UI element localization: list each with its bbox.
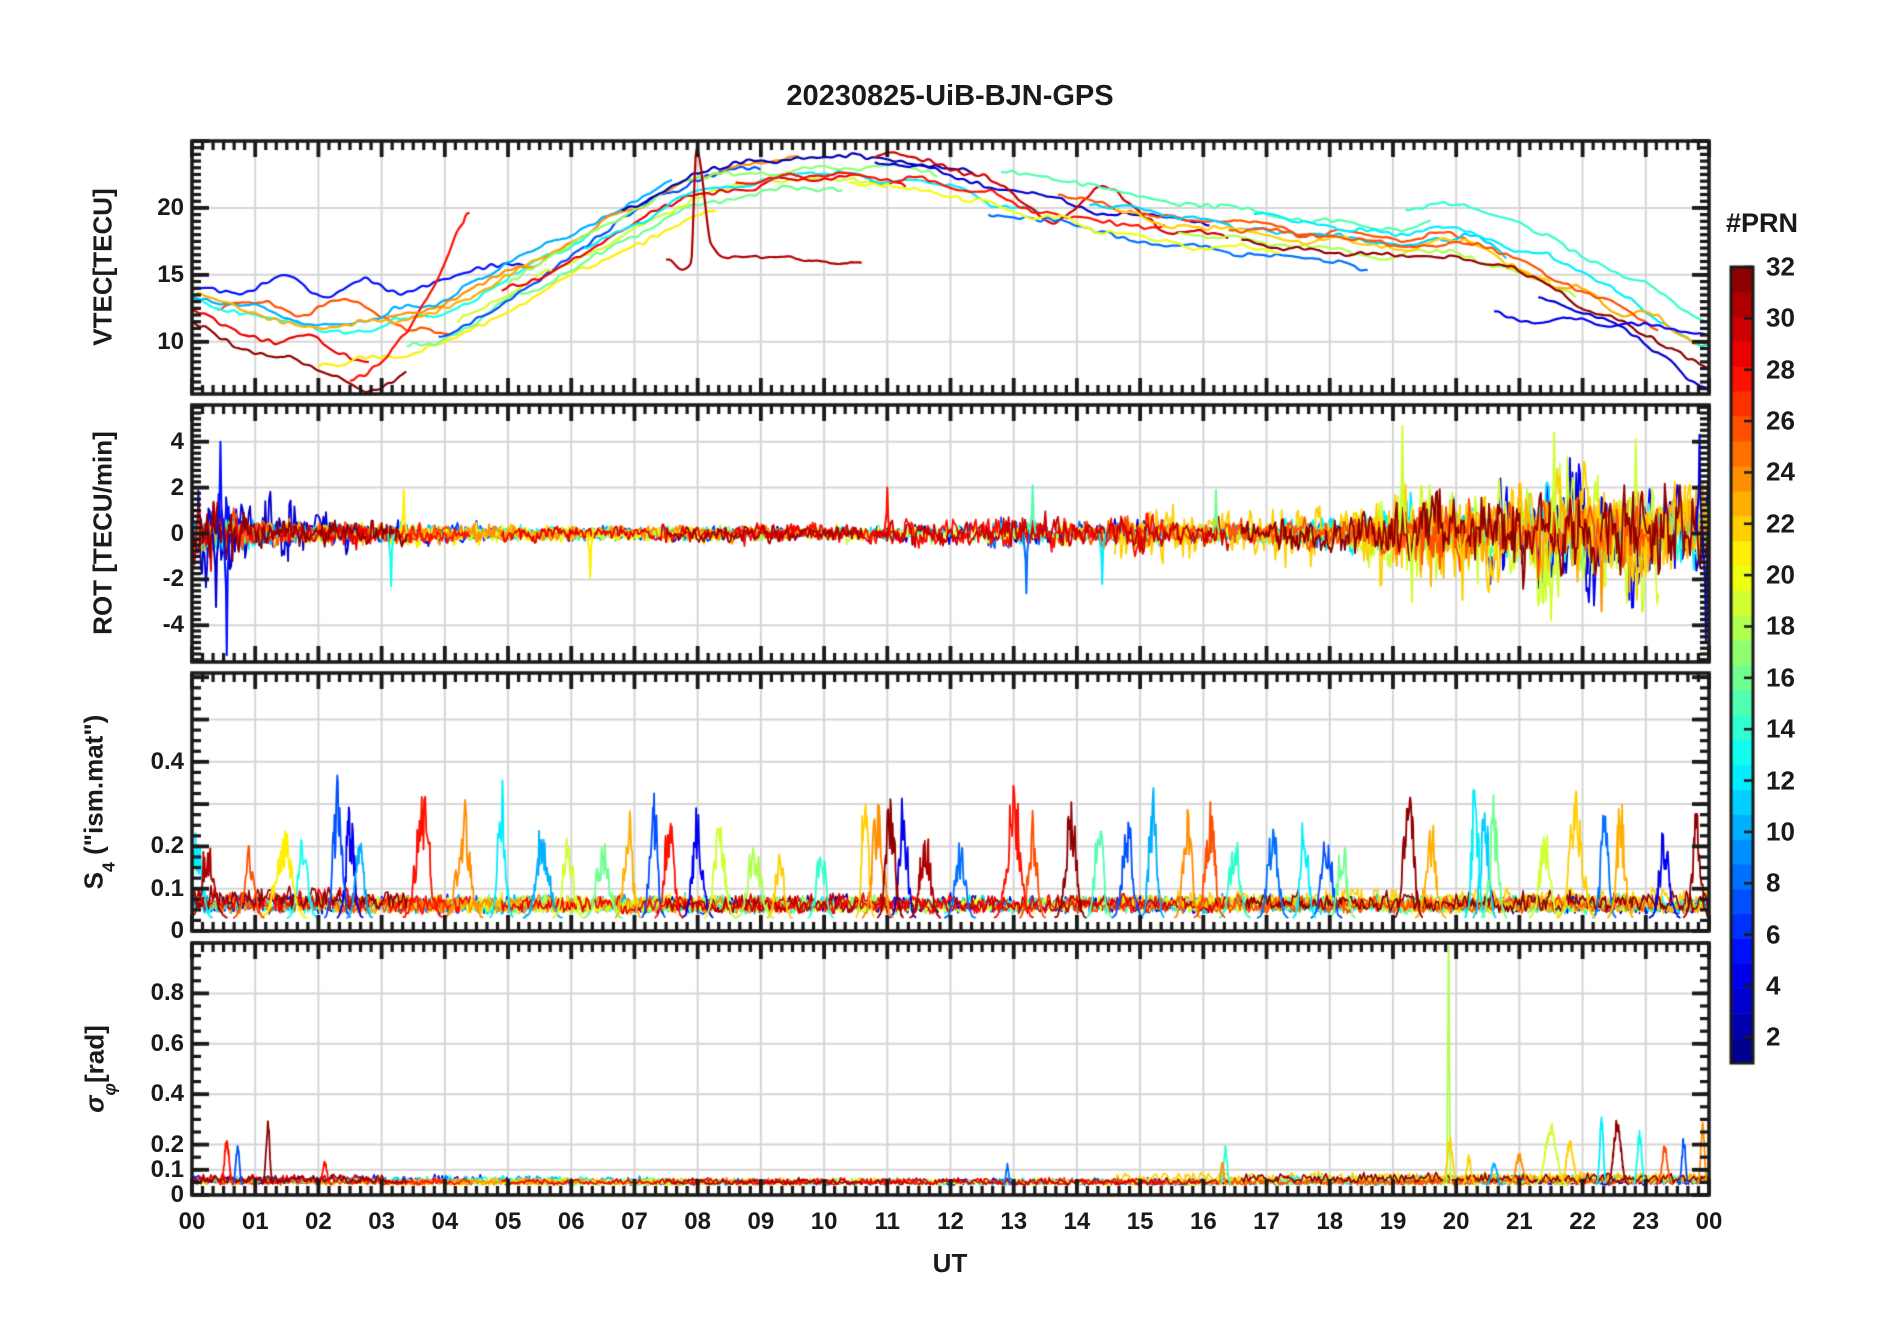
- y-axis-label-rot: ROT [TECU/min]: [87, 431, 118, 635]
- colorbar-tick-label: 16: [1766, 662, 1795, 693]
- colorbar-tick-label: 22: [1766, 508, 1795, 539]
- y-tick-label: -2: [162, 565, 184, 593]
- colorbar-tick-label: 30: [1766, 302, 1795, 333]
- chart-canvas: [0, 0, 1902, 1330]
- chart-title: 20230825-UiB-BJN-GPS: [786, 80, 1114, 112]
- x-tick-label: 19: [1379, 1208, 1407, 1235]
- x-tick-label: 18: [1316, 1208, 1344, 1235]
- y-tick-label: 0.1: [150, 874, 184, 902]
- x-tick-label: 22: [1569, 1208, 1596, 1235]
- colorbar-tick-label: 10: [1766, 816, 1795, 847]
- colorbar-tick-label: 20: [1766, 559, 1795, 590]
- x-tick-label: 23: [1632, 1208, 1660, 1235]
- y-tick-label: 0.6: [150, 1029, 184, 1057]
- y-tick-label: 0.4: [150, 747, 184, 775]
- x-tick-label: 11: [874, 1208, 900, 1235]
- x-tick-label: 08: [684, 1208, 712, 1235]
- chart-figure: 20230825-UiB-BJN-GPS UT #PRN VTEC[TECU] …: [0, 0, 1902, 1330]
- x-tick-label: 17: [1253, 1208, 1280, 1235]
- x-tick-label: 13: [1000, 1208, 1028, 1235]
- y-tick-label: 0.1: [150, 1155, 184, 1183]
- y-tick-label: 0: [170, 1181, 184, 1208]
- y-axis-label-sigma-phi: σφ[rad]: [79, 1025, 120, 1113]
- x-tick-label: 16: [1189, 1208, 1217, 1235]
- colorbar-tick-label: 32: [1766, 251, 1795, 282]
- x-tick-label: 07: [621, 1208, 648, 1235]
- x-axis-label: UT: [932, 1248, 968, 1278]
- y-tick-label: 4: [170, 427, 184, 455]
- y-tick-label: 0.8: [150, 979, 184, 1007]
- colorbar-tick-label: 24: [1766, 456, 1795, 487]
- y-tick-label: 15: [157, 260, 184, 288]
- colorbar-tick-label: 2: [1766, 1021, 1781, 1052]
- x-tick-label: 05: [494, 1208, 522, 1235]
- colorbar-tick-label: 8: [1766, 867, 1781, 898]
- x-tick-label: 15: [1126, 1208, 1154, 1235]
- x-tick-label: 21: [1506, 1208, 1533, 1235]
- x-tick-label: 00: [1695, 1208, 1723, 1235]
- x-tick-label: 14: [1063, 1208, 1091, 1235]
- colorbar-tick-label: 28: [1766, 354, 1795, 385]
- colorbar-tick-label: 4: [1766, 970, 1781, 1001]
- x-tick-label: 10: [810, 1208, 838, 1235]
- colorbar-title: #PRN: [1725, 208, 1799, 238]
- y-tick-label: 2: [170, 473, 184, 501]
- y-tick-label: 0: [170, 917, 184, 944]
- x-tick-label: 00: [178, 1208, 206, 1235]
- x-tick-label: 20: [1442, 1208, 1470, 1235]
- x-tick-label: 02: [305, 1208, 332, 1235]
- colorbar-tick-label: 6: [1766, 919, 1781, 950]
- x-tick-label: 09: [747, 1208, 775, 1235]
- colorbar-tick-label: 14: [1766, 713, 1795, 744]
- colorbar-tick-label: 26: [1766, 405, 1795, 436]
- y-tick-label: 0.2: [150, 1130, 184, 1158]
- y-tick-label: 0: [170, 519, 184, 547]
- colorbar-tick-label: 12: [1766, 765, 1795, 796]
- x-tick-label: 06: [557, 1208, 585, 1235]
- y-tick-label: 0.4: [150, 1080, 184, 1108]
- colorbar-tick-label: 18: [1766, 610, 1795, 641]
- x-tick-label: 01: [241, 1208, 269, 1235]
- y-tick-label: -4: [162, 611, 184, 639]
- y-tick-label: 20: [157, 193, 184, 221]
- x-tick-label: 04: [431, 1208, 459, 1235]
- x-tick-label: 03: [368, 1208, 395, 1235]
- x-tick-label: 12: [937, 1208, 964, 1235]
- y-tick-label: 0.2: [150, 832, 184, 860]
- y-tick-label: 10: [157, 327, 184, 355]
- y-axis-label-vtec: VTEC[TECU]: [87, 188, 118, 346]
- y-axis-label-s4: S4 ("ism.mat"): [78, 714, 119, 890]
